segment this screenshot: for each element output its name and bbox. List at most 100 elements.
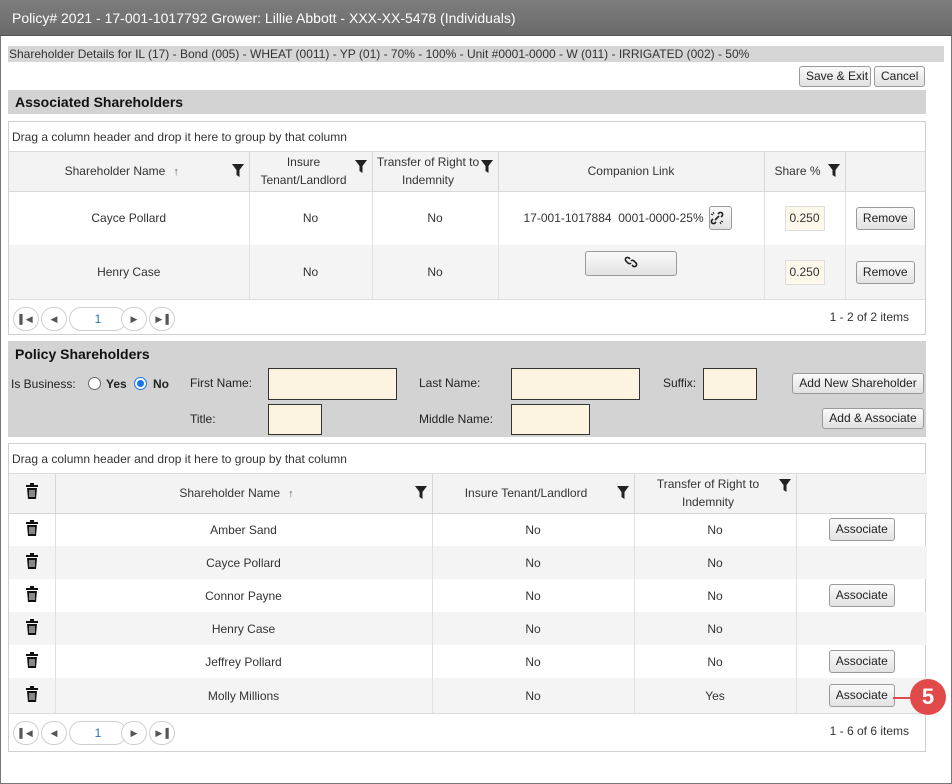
companion-link-text: 17-001-1017884 0001-0000-25% bbox=[523, 211, 704, 226]
col-share[interactable]: Share % bbox=[764, 152, 846, 192]
add-new-shareholder-button[interactable]: Add New Shareholder bbox=[792, 373, 924, 394]
insure-value: No bbox=[249, 245, 373, 299]
save-exit-button[interactable]: Save & Exit bbox=[799, 66, 871, 87]
sort-asc-icon[interactable]: ↑ bbox=[173, 163, 179, 181]
shareholder-name: Molly Millions bbox=[55, 678, 433, 713]
is-business-yes-radio[interactable] bbox=[88, 377, 101, 390]
col-companion-link[interactable]: Companion Link bbox=[498, 152, 765, 192]
col-shareholder-name[interactable]: Shareholder Name ↑ bbox=[55, 474, 433, 514]
no-label: No bbox=[153, 377, 169, 391]
col-delete bbox=[9, 474, 56, 514]
delete-cell bbox=[9, 612, 56, 645]
sort-asc-icon[interactable]: ↑ bbox=[288, 485, 294, 503]
suffix-field[interactable] bbox=[703, 368, 757, 400]
filter-icon[interactable] bbox=[414, 486, 427, 500]
action-cell: Associate bbox=[796, 645, 927, 678]
table-row: Henry Case No No 0.250 Remove bbox=[9, 245, 925, 299]
trash-icon[interactable] bbox=[25, 553, 39, 569]
shareholder-name: Cayce Pollard bbox=[9, 191, 250, 245]
shareholder-name: Cayce Pollard bbox=[55, 546, 433, 579]
col-label: Share % bbox=[774, 164, 821, 179]
transfer-value: No bbox=[372, 245, 499, 299]
filter-icon[interactable] bbox=[231, 164, 244, 178]
policy-shareholders-grid: Drag a column header and drop it here to… bbox=[8, 443, 927, 752]
middle-name-label: Middle Name: bbox=[419, 412, 494, 426]
last-name-field[interactable] bbox=[511, 368, 640, 400]
add-associate-button[interactable]: Add & Associate bbox=[822, 408, 924, 429]
share-input[interactable]: 0.250 bbox=[784, 259, 825, 285]
remove-button[interactable]: Remove bbox=[855, 260, 915, 284]
associate-button[interactable]: Associate bbox=[828, 650, 895, 673]
pager: ▌◀ ◀ 1 ▶ ▶▐ 1 - 2 of 2 items bbox=[9, 299, 925, 335]
pager: ▌◀ ◀ 1 ▶ ▶▐ 1 - 6 of 6 items bbox=[9, 713, 925, 749]
prev-page-icon[interactable]: ◀ bbox=[41, 307, 67, 331]
col-insure[interactable]: Insure Tenant/Landlord bbox=[249, 152, 373, 192]
col-label: Companion Link bbox=[587, 164, 675, 179]
associated-table: Shareholder Name ↑ Insure Tenant/Landlord… bbox=[9, 152, 925, 299]
shareholder-name: Henry Case bbox=[55, 612, 433, 645]
first-page-icon[interactable]: ▌◀ bbox=[13, 307, 39, 331]
pager-info: 1 - 2 of 2 items bbox=[829, 310, 909, 324]
table-row: Cayce Pollard No No bbox=[9, 546, 927, 579]
share-input[interactable]: 0.250 bbox=[784, 205, 825, 231]
last-page-icon[interactable]: ▶▐ bbox=[149, 307, 175, 331]
title-label: Title: bbox=[190, 412, 216, 426]
shareholder-name: Amber Sand bbox=[55, 513, 433, 546]
first-page-icon[interactable]: ▌◀ bbox=[13, 721, 39, 745]
page-number[interactable]: 1 bbox=[69, 721, 127, 745]
filter-icon[interactable] bbox=[354, 160, 367, 173]
col-label: Shareholder Name bbox=[64, 163, 166, 178]
transfer-value: No bbox=[634, 513, 797, 546]
cancel-button[interactable]: Cancel bbox=[874, 66, 925, 87]
associate-button[interactable]: Associate bbox=[828, 518, 895, 542]
policy-table: Shareholder Name ↑ Insure Tenant/Landlord… bbox=[9, 474, 927, 713]
middle-name-field[interactable] bbox=[511, 404, 590, 435]
shareholder-details: Shareholder Details for IL (17) - Bond (… bbox=[8, 46, 944, 62]
col-insure[interactable]: Insure Tenant/Landlord bbox=[432, 474, 635, 514]
trash-icon[interactable] bbox=[25, 619, 39, 635]
filter-icon[interactable] bbox=[827, 164, 840, 178]
first-name-field[interactable] bbox=[268, 368, 397, 400]
col-transfer[interactable]: Transfer of Right to Indemnity bbox=[634, 474, 797, 514]
prev-page-icon[interactable]: ◀ bbox=[41, 721, 67, 745]
group-hint: Drag a column header and drop it here to… bbox=[9, 444, 925, 474]
transfer-value: No bbox=[634, 612, 797, 645]
table-row: Cayce Pollard No No 17-001-1017884 0001-… bbox=[9, 191, 925, 245]
action-cell: Remove bbox=[845, 191, 925, 245]
action-cell: Associate bbox=[796, 513, 927, 546]
col-transfer[interactable]: Transfer of Right to Indemnity bbox=[372, 152, 499, 192]
share-cell: 0.250 bbox=[764, 191, 846, 245]
is-business-no-radio[interactable] bbox=[134, 377, 147, 390]
trash-icon[interactable] bbox=[25, 586, 39, 602]
insure-value: No bbox=[249, 191, 373, 245]
insure-value: No bbox=[432, 678, 635, 713]
last-page-icon[interactable]: ▶▐ bbox=[149, 721, 175, 745]
trash-icon[interactable] bbox=[25, 652, 39, 668]
unlink-button[interactable] bbox=[709, 206, 732, 231]
shareholder-name: Henry Case bbox=[9, 245, 250, 299]
associate-button[interactable]: Associate bbox=[828, 584, 895, 607]
action-cell: Associate bbox=[796, 678, 927, 713]
transfer-value: No bbox=[634, 546, 797, 579]
filter-icon[interactable] bbox=[480, 160, 493, 173]
trash-icon[interactable] bbox=[25, 520, 39, 537]
callout-badge: 5 bbox=[910, 679, 946, 715]
transfer-value: Yes bbox=[634, 678, 797, 713]
col-label: Transfer of Right to Indemnity bbox=[656, 477, 760, 510]
delete-cell bbox=[9, 513, 56, 546]
filter-icon[interactable] bbox=[616, 486, 629, 500]
next-page-icon[interactable]: ▶ bbox=[121, 307, 147, 331]
policy-shareholders-header: Policy Shareholders bbox=[15, 346, 150, 362]
associate-button[interactable]: Associate bbox=[828, 684, 895, 707]
col-shareholder-name[interactable]: Shareholder Name ↑ bbox=[9, 152, 250, 192]
link-companion-button[interactable] bbox=[585, 251, 677, 276]
col-label: Transfer of Right to Indemnity bbox=[376, 155, 480, 188]
next-page-icon[interactable]: ▶ bbox=[121, 721, 147, 745]
title-field[interactable] bbox=[268, 404, 322, 435]
page-number[interactable]: 1 bbox=[69, 307, 127, 331]
filter-icon[interactable] bbox=[778, 479, 791, 492]
action-cell bbox=[796, 612, 927, 645]
trash-icon[interactable] bbox=[25, 686, 39, 702]
companion-cell: 17-001-1017884 0001-0000-25% bbox=[498, 191, 765, 245]
remove-button[interactable]: Remove bbox=[855, 206, 915, 230]
